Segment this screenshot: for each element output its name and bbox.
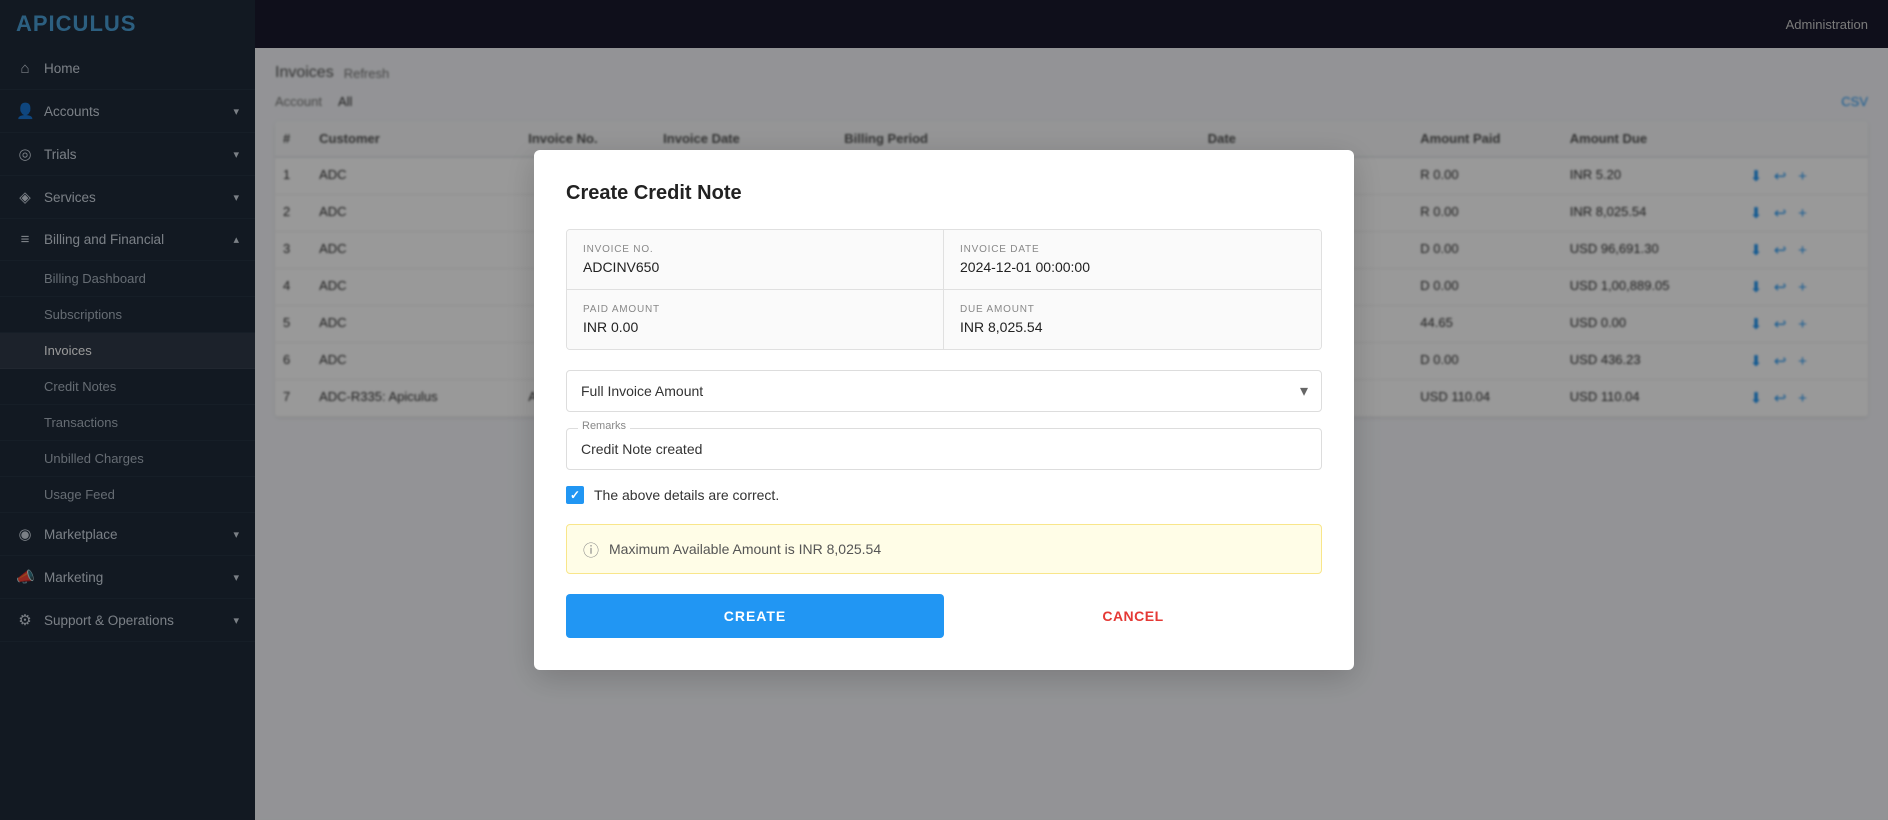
modal-button-row: CREATE CANCEL: [566, 594, 1322, 638]
modal-title: Create Credit Note: [566, 182, 1322, 205]
invoice-date-value: 2024-12-01 00:00:00: [960, 259, 1305, 275]
warning-banner: ⓘ Maximum Available Amount is INR 8,025.…: [566, 524, 1322, 574]
invoice-no-cell: INVOICE NO. ADCINV650: [567, 230, 944, 290]
checkmark-icon: ✓: [570, 488, 580, 502]
create-credit-note-modal: Create Credit Note INVOICE NO. ADCINV650…: [534, 150, 1354, 670]
amount-type-dropdown[interactable]: Full Invoice Amount Partial Amount: [566, 370, 1322, 412]
remarks-field-wrap: Remarks: [566, 428, 1322, 470]
paid-amount-cell: PAID AMOUNT INR 0.00: [567, 290, 944, 349]
invoice-date-label: INVOICE DATE: [960, 244, 1305, 255]
create-button[interactable]: CREATE: [566, 594, 944, 638]
due-amount-cell: DUE AMOUNT INR 8,025.54: [944, 290, 1321, 349]
checkbox-label: The above details are correct.: [594, 487, 779, 503]
invoice-no-label: INVOICE NO.: [583, 244, 927, 255]
due-amount-label: DUE AMOUNT: [960, 304, 1305, 315]
invoice-date-cell: INVOICE DATE 2024-12-01 00:00:00: [944, 230, 1321, 290]
invoice-no-value: ADCINV650: [583, 259, 927, 275]
cancel-button[interactable]: CANCEL: [944, 594, 1322, 638]
paid-amount-value: INR 0.00: [583, 319, 927, 335]
info-icon: ⓘ: [583, 537, 599, 561]
due-amount-value: INR 8,025.54: [960, 319, 1305, 335]
paid-amount-label: PAID AMOUNT: [583, 304, 927, 315]
warning-text: Maximum Available Amount is INR 8,025.54: [609, 541, 881, 557]
remarks-label: Remarks: [578, 420, 630, 432]
confirmation-checkbox-row[interactable]: ✓ The above details are correct.: [566, 486, 1322, 504]
remarks-input[interactable]: [566, 428, 1322, 470]
modal-overlay: Create Credit Note INVOICE NO. ADCINV650…: [0, 0, 1888, 820]
invoice-info-grid: INVOICE NO. ADCINV650 INVOICE DATE 2024-…: [566, 229, 1322, 350]
checkbox-box[interactable]: ✓: [566, 486, 584, 504]
amount-type-select[interactable]: Full Invoice Amount Partial Amount: [566, 370, 1322, 412]
